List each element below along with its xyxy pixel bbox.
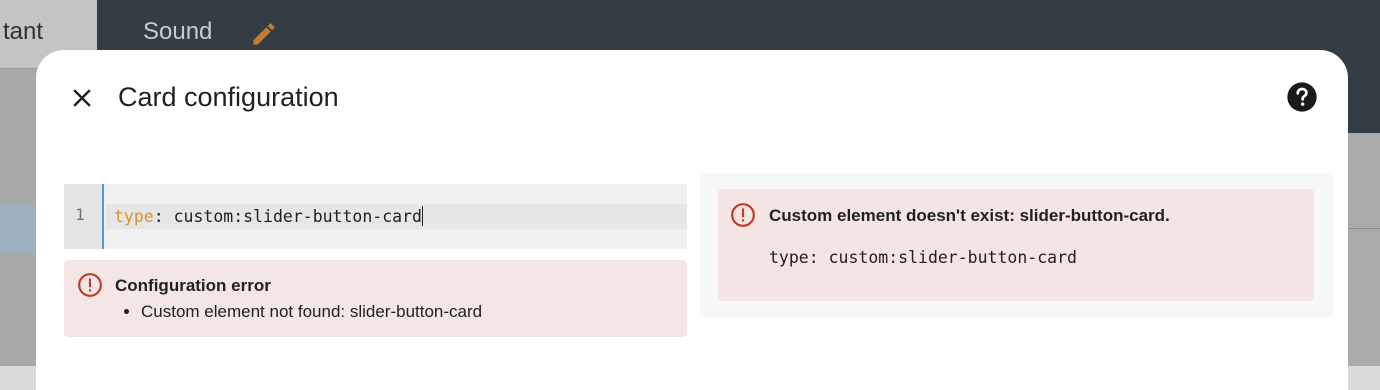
code-value: : custom:slider-button-card	[153, 207, 422, 226]
close-icon	[73, 89, 91, 107]
preview-error-title: Custom element doesn't exist: slider-but…	[769, 206, 1170, 225]
configuration-error-list: Custom element not found: slider-button-…	[122, 302, 482, 322]
alert-circle-icon	[731, 203, 755, 227]
background-left-tab[interactable]: tant	[0, 18, 97, 46]
dialog-title: Card configuration	[118, 82, 339, 112]
code-key: type	[114, 207, 154, 226]
code-line[interactable]: type: custom:slider-button-card	[106, 204, 687, 229]
close-button[interactable]	[64, 80, 100, 116]
background-view-title[interactable]: Sound	[143, 18, 212, 46]
alert-circle-icon	[78, 273, 102, 297]
editor-gutter: 1	[64, 184, 104, 249]
configuration-error-title: Configuration error	[115, 276, 271, 295]
configuration-error-alert: Configuration error Custom element not f…	[64, 260, 687, 337]
yaml-code-editor[interactable]: 1 type: custom:slider-button-card	[64, 184, 687, 249]
background-right-panel	[1348, 133, 1380, 366]
background-divider	[1348, 228, 1380, 229]
configuration-error-item: Custom element not found: slider-button-…	[141, 302, 482, 322]
text-cursor	[421, 206, 423, 226]
line-number: 1	[75, 205, 85, 224]
preview-error-card: Custom element doesn't exist: slider-but…	[718, 189, 1314, 301]
pencil-icon[interactable]	[250, 20, 278, 48]
preview-error-code: type: custom:slider-button-card	[769, 248, 1077, 267]
help-icon[interactable]	[1286, 81, 1318, 113]
